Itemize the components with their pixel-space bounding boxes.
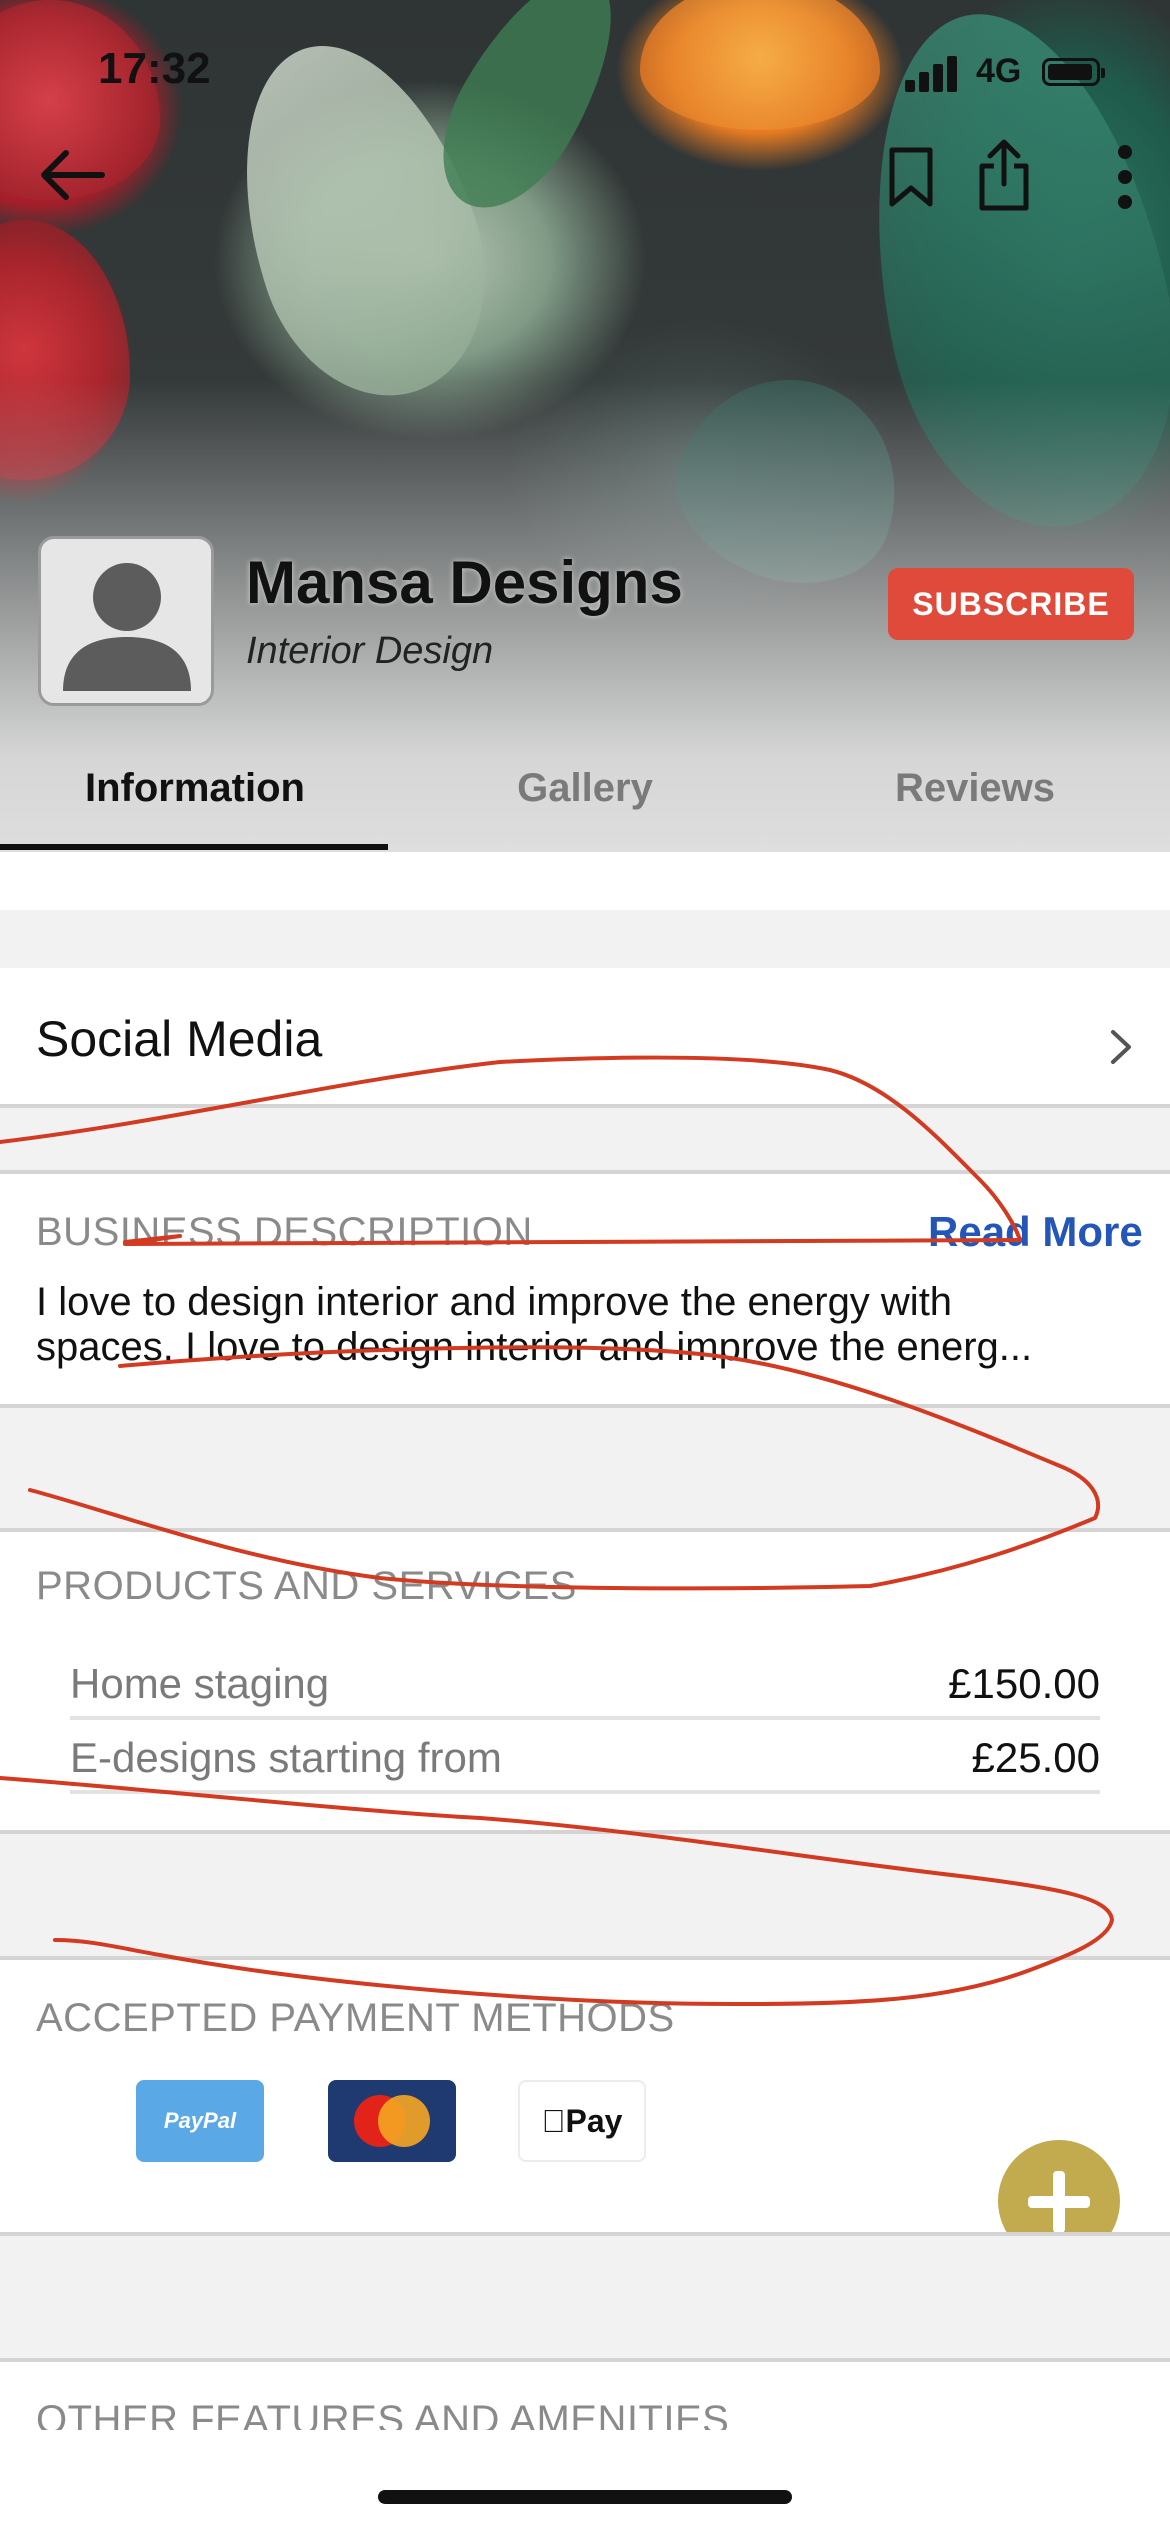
social-media-label: Social Media	[36, 1011, 323, 1067]
chevron-right-icon	[1111, 1030, 1131, 1064]
tab-reviews[interactable]: Reviews	[780, 740, 1170, 852]
apple-pay-logo: Pay	[518, 2080, 646, 2162]
status-bar: 17:32 4G	[0, 0, 1170, 140]
section-spacer	[0, 910, 1170, 968]
section-spacer	[0, 2236, 1170, 2360]
home-indicator	[378, 2490, 792, 2504]
bookmark-button[interactable]	[886, 146, 936, 208]
description-line: spaces. I love to design interior and im…	[36, 1325, 1033, 1369]
product-name: Home staging	[70, 1660, 330, 1707]
divider	[0, 1170, 1170, 1174]
other-features-section: OTHER FEATURES AND AMENITIES	[0, 2362, 1170, 2430]
business-category: Interior Design	[246, 630, 494, 672]
other-features-heading: OTHER FEATURES AND AMENITIES	[36, 2398, 730, 2430]
row-divider	[70, 1716, 1100, 1720]
section-spacer	[0, 1408, 1170, 1530]
share-icon	[979, 139, 1029, 211]
paypal-logo: PayPal	[136, 2080, 264, 2162]
section-spacer	[0, 1108, 1170, 1172]
active-tab-indicator	[0, 844, 388, 850]
apple-icon: 	[542, 2103, 566, 2139]
divider	[0, 1956, 1170, 1960]
arrow-left-icon	[41, 150, 105, 200]
payment-methods-heading: ACCEPTED PAYMENT METHODS	[36, 1996, 675, 2040]
tab-bar: Information Gallery Reviews	[0, 740, 1170, 852]
subscribe-button[interactable]: SUBSCRIBE	[888, 568, 1134, 640]
product-name: E-designs starting from	[70, 1734, 502, 1781]
mastercard-icon	[354, 2095, 430, 2147]
products-heading: PRODUCTS AND SERVICES	[36, 1564, 577, 1608]
paypal-label: PayPal	[163, 2108, 237, 2133]
business-name: Mansa Designs	[246, 549, 683, 616]
product-row[interactable]: Home staging £150.00	[70, 1648, 1100, 1720]
read-more-link[interactable]: Read More	[928, 1208, 1143, 1256]
apple-pay-label: Pay	[553, 2103, 623, 2139]
status-time: 17:32	[98, 44, 211, 93]
row-divider	[70, 1790, 1100, 1794]
signal-icon	[905, 52, 963, 92]
more-vertical-icon	[1118, 145, 1132, 209]
description-line: I love to design interior and improve th…	[36, 1280, 953, 1324]
social-media-row[interactable]: Social Media	[0, 968, 1170, 1108]
person-icon	[63, 563, 191, 691]
network-label: 4G	[976, 52, 1022, 90]
section-spacer	[0, 1834, 1170, 1958]
business-description-text: I love to design interior and improve th…	[36, 1280, 1126, 1370]
more-options-button[interactable]	[1110, 142, 1140, 212]
business-description-heading: BUSINESS DESCRIPTION	[36, 1210, 533, 1254]
divider	[0, 1528, 1170, 1532]
product-price: £25.00	[971, 1734, 1100, 1781]
share-button[interactable]	[974, 138, 1034, 212]
tab-gallery[interactable]: Gallery	[390, 740, 780, 852]
product-row[interactable]: E-designs starting from £25.00	[70, 1722, 1100, 1794]
avatar[interactable]	[38, 536, 214, 706]
back-button[interactable]	[36, 148, 106, 202]
product-price: £150.00	[948, 1660, 1100, 1707]
bookmark-icon	[889, 147, 933, 207]
battery-icon	[1042, 58, 1105, 86]
tab-information[interactable]: Information	[0, 740, 390, 852]
mastercard-logo	[328, 2080, 456, 2162]
